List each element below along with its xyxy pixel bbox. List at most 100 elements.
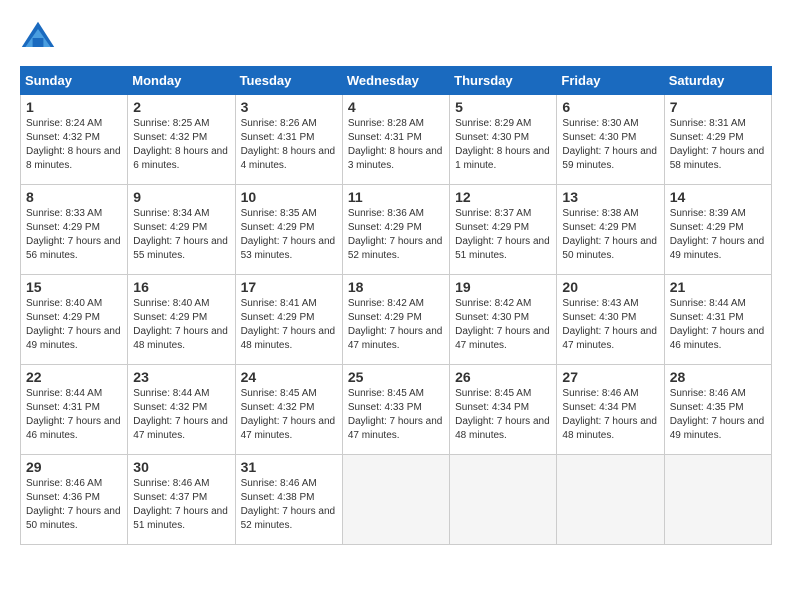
day-info: Sunrise: 8:46 AMSunset: 4:38 PMDaylight:… — [241, 477, 337, 533]
day-info: Sunrise: 8:46 AMSunset: 4:36 PMDaylight:… — [26, 477, 122, 533]
day-number: 29 — [26, 459, 122, 475]
day-number: 4 — [348, 99, 444, 115]
calendar-table: SundayMondayTuesdayWednesdayThursdayFrid… — [20, 66, 772, 545]
day-number: 20 — [562, 279, 658, 295]
day-info: Sunrise: 8:40 AMSunset: 4:29 PMDaylight:… — [133, 297, 229, 353]
day-number: 16 — [133, 279, 229, 295]
day-info: Sunrise: 8:24 AMSunset: 4:32 PMDaylight:… — [26, 117, 122, 173]
calendar-cell: 24 Sunrise: 8:45 AMSunset: 4:32 PMDayligh… — [235, 365, 342, 455]
day-info: Sunrise: 8:41 AMSunset: 4:29 PMDaylight:… — [241, 297, 337, 353]
day-number: 26 — [455, 369, 551, 385]
day-info: Sunrise: 8:37 AMSunset: 4:29 PMDaylight:… — [455, 207, 551, 263]
day-info: Sunrise: 8:46 AMSunset: 4:35 PMDaylight:… — [670, 387, 766, 443]
day-info: Sunrise: 8:45 AMSunset: 4:33 PMDaylight:… — [348, 387, 444, 443]
calendar-cell: 31 Sunrise: 8:46 AMSunset: 4:38 PMDayligh… — [235, 455, 342, 545]
calendar-cell: 5 Sunrise: 8:29 AMSunset: 4:30 PMDaylight… — [450, 95, 557, 185]
day-number: 5 — [455, 99, 551, 115]
calendar-cell: 7 Sunrise: 8:31 AMSunset: 4:29 PMDaylight… — [664, 95, 771, 185]
weekday-header-monday: Monday — [128, 67, 235, 95]
day-number: 8 — [26, 189, 122, 205]
day-info: Sunrise: 8:46 AMSunset: 4:37 PMDaylight:… — [133, 477, 229, 533]
calendar-cell: 9Sunrise: 8:34 AMSunset: 4:29 PMDaylight… — [128, 185, 235, 275]
week-row-2: 8 Sunrise: 8:33 AMSunset: 4:29 PMDaylight… — [21, 185, 772, 275]
calendar-cell — [557, 455, 664, 545]
calendar-cell: 29 Sunrise: 8:46 AMSunset: 4:36 PMDayligh… — [21, 455, 128, 545]
calendar-cell: 3 Sunrise: 8:26 AMSunset: 4:31 PMDaylight… — [235, 95, 342, 185]
calendar-cell: 16 Sunrise: 8:40 AMSunset: 4:29 PMDayligh… — [128, 275, 235, 365]
calendar-cell: 1Sunrise: 8:24 AMSunset: 4:32 PMDaylight… — [21, 95, 128, 185]
calendar-cell: 18 Sunrise: 8:42 AMSunset: 4:29 PMDayligh… — [342, 275, 449, 365]
page-header — [20, 20, 772, 56]
day-number: 25 — [348, 369, 444, 385]
weekday-header-friday: Friday — [557, 67, 664, 95]
day-number: 28 — [670, 369, 766, 385]
day-number: 22 — [26, 369, 122, 385]
day-number: 21 — [670, 279, 766, 295]
calendar-cell: 19 Sunrise: 8:42 AMSunset: 4:30 PMDayligh… — [450, 275, 557, 365]
day-info: Sunrise: 8:40 AMSunset: 4:29 PMDaylight:… — [26, 297, 122, 353]
week-row-5: 29 Sunrise: 8:46 AMSunset: 4:36 PMDayligh… — [21, 455, 772, 545]
day-number: 13 — [562, 189, 658, 205]
day-info: Sunrise: 8:31 AMSunset: 4:29 PMDaylight:… — [670, 117, 766, 173]
logo — [20, 20, 60, 56]
calendar-cell — [664, 455, 771, 545]
calendar-cell: 27 Sunrise: 8:46 AMSunset: 4:34 PMDayligh… — [557, 365, 664, 455]
week-row-1: 1Sunrise: 8:24 AMSunset: 4:32 PMDaylight… — [21, 95, 772, 185]
calendar-cell: 2Sunrise: 8:25 AMSunset: 4:32 PMDaylight… — [128, 95, 235, 185]
calendar-cell: 12Sunrise: 8:37 AMSunset: 4:29 PMDayligh… — [450, 185, 557, 275]
day-info: Sunrise: 8:26 AMSunset: 4:31 PMDaylight:… — [241, 117, 337, 173]
calendar-cell: 14Sunrise: 8:39 AMSunset: 4:29 PMDayligh… — [664, 185, 771, 275]
day-info: Sunrise: 8:38 AMSunset: 4:29 PMDaylight:… — [562, 207, 658, 263]
day-number: 7 — [670, 99, 766, 115]
day-info: Sunrise: 8:45 AMSunset: 4:32 PMDaylight:… — [241, 387, 337, 443]
day-number: 23 — [133, 369, 229, 385]
calendar-cell: 22 Sunrise: 8:44 AMSunset: 4:31 PMDayligh… — [21, 365, 128, 455]
day-number: 30 — [133, 459, 229, 475]
day-number: 11 — [348, 189, 444, 205]
calendar-cell — [342, 455, 449, 545]
calendar-cell: 13 Sunrise: 8:38 AMSunset: 4:29 PMDayligh… — [557, 185, 664, 275]
day-info: Sunrise: 8:39 AMSunset: 4:29 PMDaylight:… — [670, 207, 766, 263]
calendar-cell: 10 Sunrise: 8:35 AMSunset: 4:29 PMDayligh… — [235, 185, 342, 275]
weekday-header-sunday: Sunday — [21, 67, 128, 95]
calendar-cell: 15Sunrise: 8:40 AMSunset: 4:29 PMDayligh… — [21, 275, 128, 365]
day-info: Sunrise: 8:44 AMSunset: 4:31 PMDaylight:… — [26, 387, 122, 443]
day-info: Sunrise: 8:43 AMSunset: 4:30 PMDaylight:… — [562, 297, 658, 353]
weekday-header-wednesday: Wednesday — [342, 67, 449, 95]
day-info: Sunrise: 8:29 AMSunset: 4:30 PMDaylight:… — [455, 117, 551, 173]
day-number: 31 — [241, 459, 337, 475]
day-number: 17 — [241, 279, 337, 295]
day-info: Sunrise: 8:33 AMSunset: 4:29 PMDaylight:… — [26, 207, 122, 263]
day-number: 6 — [562, 99, 658, 115]
week-row-4: 22 Sunrise: 8:44 AMSunset: 4:31 PMDayligh… — [21, 365, 772, 455]
day-info: Sunrise: 8:45 AMSunset: 4:34 PMDaylight:… — [455, 387, 551, 443]
calendar-cell: 11 Sunrise: 8:36 AMSunset: 4:29 PMDayligh… — [342, 185, 449, 275]
day-number: 19 — [455, 279, 551, 295]
day-number: 10 — [241, 189, 337, 205]
calendar-cell: 4 Sunrise: 8:28 AMSunset: 4:31 PMDaylight… — [342, 95, 449, 185]
day-info: Sunrise: 8:30 AMSunset: 4:30 PMDaylight:… — [562, 117, 658, 173]
day-info: Sunrise: 8:25 AMSunset: 4:32 PMDaylight:… — [133, 117, 229, 173]
day-number: 27 — [562, 369, 658, 385]
weekday-header-tuesday: Tuesday — [235, 67, 342, 95]
calendar-cell: 26 Sunrise: 8:45 AMSunset: 4:34 PMDayligh… — [450, 365, 557, 455]
day-info: Sunrise: 8:46 AMSunset: 4:34 PMDaylight:… — [562, 387, 658, 443]
logo-icon — [20, 20, 56, 56]
day-info: Sunrise: 8:44 AMSunset: 4:31 PMDaylight:… — [670, 297, 766, 353]
day-info: Sunrise: 8:36 AMSunset: 4:29 PMDaylight:… — [348, 207, 444, 263]
calendar-cell: 21 Sunrise: 8:44 AMSunset: 4:31 PMDayligh… — [664, 275, 771, 365]
weekday-header-row: SundayMondayTuesdayWednesdayThursdayFrid… — [21, 67, 772, 95]
day-number: 18 — [348, 279, 444, 295]
calendar-cell — [450, 455, 557, 545]
day-number: 24 — [241, 369, 337, 385]
day-info: Sunrise: 8:42 AMSunset: 4:30 PMDaylight:… — [455, 297, 551, 353]
day-number: 9 — [133, 189, 229, 205]
calendar-cell: 8 Sunrise: 8:33 AMSunset: 4:29 PMDaylight… — [21, 185, 128, 275]
day-info: Sunrise: 8:28 AMSunset: 4:31 PMDaylight:… — [348, 117, 444, 173]
calendar-cell: 23Sunrise: 8:44 AMSunset: 4:32 PMDayligh… — [128, 365, 235, 455]
day-info: Sunrise: 8:35 AMSunset: 4:29 PMDaylight:… — [241, 207, 337, 263]
calendar-cell: 28 Sunrise: 8:46 AMSunset: 4:35 PMDayligh… — [664, 365, 771, 455]
day-number: 3 — [241, 99, 337, 115]
weekday-header-thursday: Thursday — [450, 67, 557, 95]
day-info: Sunrise: 8:42 AMSunset: 4:29 PMDaylight:… — [348, 297, 444, 353]
